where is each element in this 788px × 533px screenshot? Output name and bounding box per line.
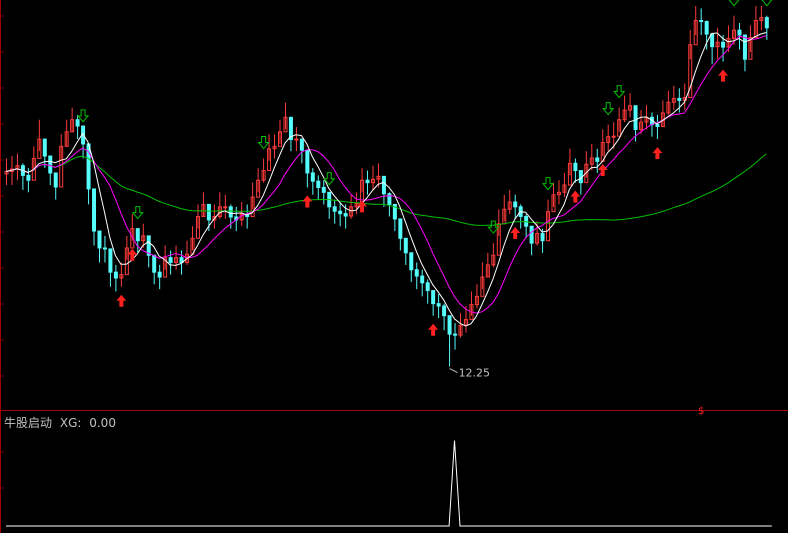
candle-body xyxy=(223,206,228,209)
low-price-marker: 12.25 xyxy=(449,367,491,380)
ma-mid-line xyxy=(5,35,767,314)
buy-arrow-icon xyxy=(116,294,127,307)
stock-chart[interactable]: 12.25 $ xyxy=(0,0,788,533)
buy-arrow-icon xyxy=(718,69,729,82)
candle-body xyxy=(365,179,370,184)
candle-body xyxy=(305,149,310,174)
candle-body xyxy=(113,271,118,279)
candle-body xyxy=(699,20,704,23)
candlestick-series xyxy=(4,6,769,367)
candle-body xyxy=(704,20,709,35)
indicator-title: 牛股启动 XG: 0.00 xyxy=(4,414,120,431)
indicator-name: 牛股启动 xyxy=(4,416,53,430)
candle-body xyxy=(332,206,337,212)
candle-body xyxy=(431,290,436,305)
sell-arrow-icon xyxy=(761,0,773,7)
buy-arrow-icon xyxy=(570,190,581,203)
candle-body xyxy=(453,333,458,336)
candle-body xyxy=(299,138,304,151)
candle-body xyxy=(573,162,578,172)
candle-body xyxy=(611,135,616,138)
candle-body xyxy=(26,174,31,181)
candle-body xyxy=(157,271,162,278)
buy-arrow-icon xyxy=(357,200,368,213)
ma-short-line xyxy=(5,32,767,327)
candle-body xyxy=(152,254,157,273)
candle-body xyxy=(403,237,408,254)
indicator-label: XG: xyxy=(59,416,82,430)
buy-arrow-icon xyxy=(428,323,439,336)
price-axis-ticks xyxy=(0,0,4,410)
buy-arrow-icon xyxy=(510,226,521,239)
candle-body xyxy=(513,201,518,208)
candle-body xyxy=(321,186,326,193)
candle-body xyxy=(398,218,403,239)
sell-arrow-icon xyxy=(613,85,626,99)
candle-body xyxy=(168,257,173,263)
candle-body xyxy=(108,248,113,273)
candle-body xyxy=(316,180,321,188)
candle-body xyxy=(764,17,769,29)
ma-long-line xyxy=(5,153,767,226)
candle-body xyxy=(436,303,441,307)
signal-markers xyxy=(77,0,773,336)
candle-body xyxy=(595,157,600,162)
s-marker-icon: $ xyxy=(698,406,704,417)
candle-body xyxy=(633,105,638,130)
candle-body xyxy=(655,124,660,128)
candle-body xyxy=(75,119,80,127)
candle-body xyxy=(92,188,97,232)
candle-body xyxy=(338,210,343,215)
candle-body xyxy=(677,97,682,101)
candle-body xyxy=(42,138,47,157)
sell-arrow-icon xyxy=(257,135,270,150)
candle-body xyxy=(48,155,53,174)
candle-body xyxy=(343,213,348,217)
candle-body xyxy=(409,252,414,271)
candle-body xyxy=(442,305,447,317)
candle-body xyxy=(310,172,315,182)
xg-indicator-line xyxy=(6,440,772,527)
buy-arrow-icon xyxy=(302,195,313,208)
candle-body xyxy=(53,172,58,188)
candle-body xyxy=(414,269,419,277)
sell-arrow-icon xyxy=(541,177,555,191)
candle-body xyxy=(381,175,386,195)
candle-body xyxy=(97,230,102,249)
candle-body xyxy=(737,29,742,36)
candle-body xyxy=(102,247,107,250)
candle-body xyxy=(721,41,726,48)
candle-body xyxy=(529,225,534,244)
candle-body xyxy=(206,203,211,221)
candle-body xyxy=(425,282,430,292)
candle-body xyxy=(228,206,233,218)
candle-body xyxy=(540,232,545,242)
candle-body xyxy=(420,275,425,284)
sell-arrow-icon xyxy=(728,0,740,7)
indicator-value: 0.00 xyxy=(89,416,116,430)
low-price-label: 12.25 xyxy=(459,367,491,380)
candle-body xyxy=(710,33,715,48)
sell-arrow-icon xyxy=(602,102,615,116)
candle-body xyxy=(294,138,299,141)
sell-arrow-icon xyxy=(131,206,144,220)
candle-body xyxy=(135,228,140,242)
candle-body xyxy=(447,315,452,335)
buy-arrow-icon xyxy=(597,164,608,177)
buy-arrow-icon xyxy=(652,147,663,160)
candle-body xyxy=(742,34,747,60)
